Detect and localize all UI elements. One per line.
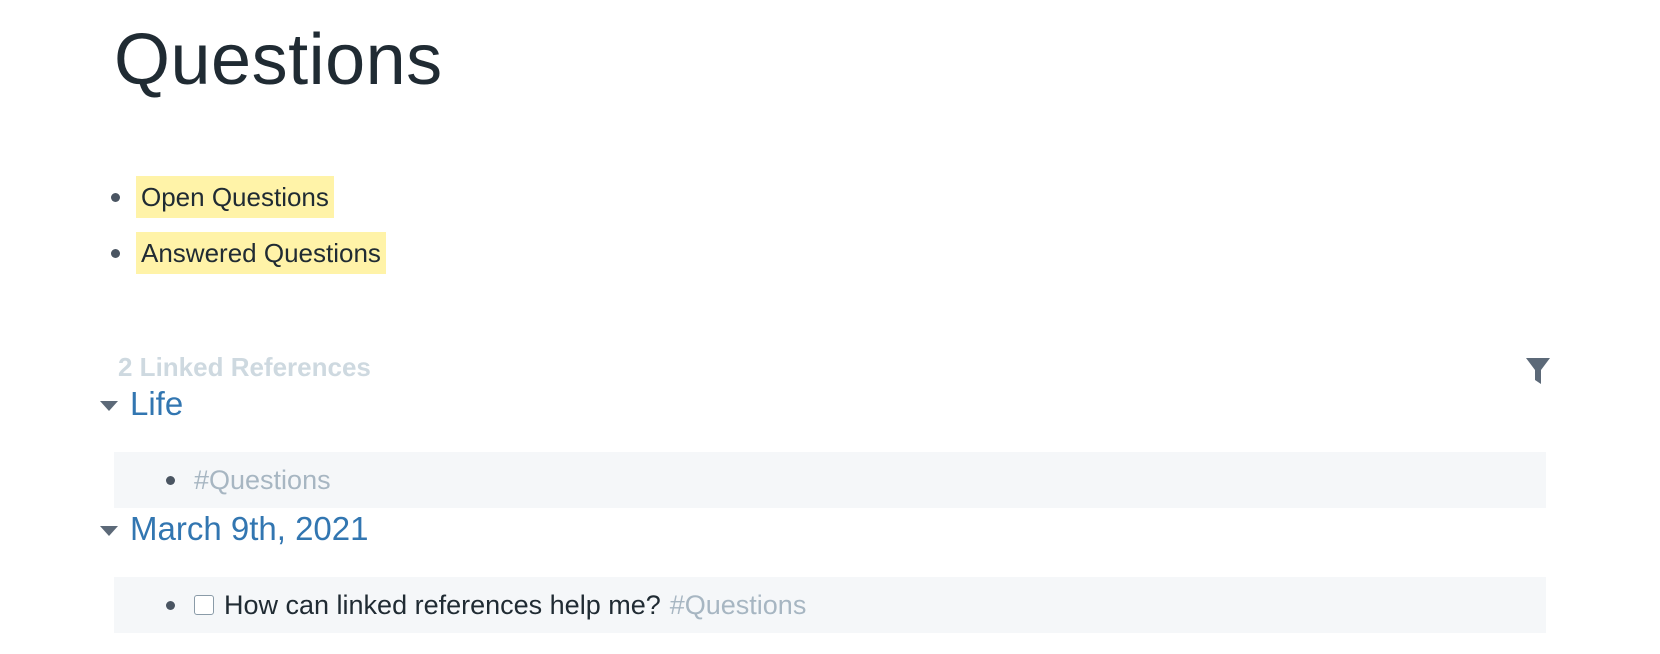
page-link-open-questions[interactable]: Open Questions — [136, 176, 334, 218]
tag-link[interactable]: #Questions — [194, 452, 331, 508]
page: Questions Open Questions Answered Questi… — [0, 0, 1660, 654]
bullet-icon[interactable] — [111, 193, 120, 202]
page-link-answered-questions[interactable]: Answered Questions — [136, 232, 386, 274]
ref-group-march-9th-2021[interactable]: March 9th, 2021 — [100, 507, 368, 551]
page-title[interactable]: Questions — [114, 14, 443, 106]
block-list: Open Questions Answered Questions — [108, 176, 1008, 288]
bullet-icon[interactable] — [166, 476, 175, 485]
caret-down-icon[interactable] — [100, 401, 118, 411]
todo-text[interactable]: How can linked references help me? — [224, 577, 661, 633]
ref-block: How can linked references help me? #Ques… — [114, 577, 1546, 633]
ref-block-content: How can linked references help me? #Ques… — [194, 577, 806, 633]
bullet-icon[interactable] — [111, 249, 120, 258]
ref-group-title[interactable]: Life — [130, 385, 183, 423]
filter-icon[interactable] — [1524, 356, 1552, 386]
tag-link[interactable]: #Questions — [670, 577, 807, 633]
linked-references-header: 2 Linked References — [118, 352, 371, 382]
list-item: Answered Questions — [108, 232, 1008, 274]
todo-checkbox[interactable] — [194, 595, 214, 615]
ref-block-content: #Questions — [194, 452, 331, 508]
ref-group-title[interactable]: March 9th, 2021 — [130, 510, 368, 548]
ref-group-life[interactable]: Life — [100, 382, 183, 426]
list-item: Open Questions — [108, 176, 1008, 218]
caret-down-icon[interactable] — [100, 526, 118, 536]
bullet-icon[interactable] — [166, 601, 175, 610]
ref-block: #Questions — [114, 452, 1546, 508]
